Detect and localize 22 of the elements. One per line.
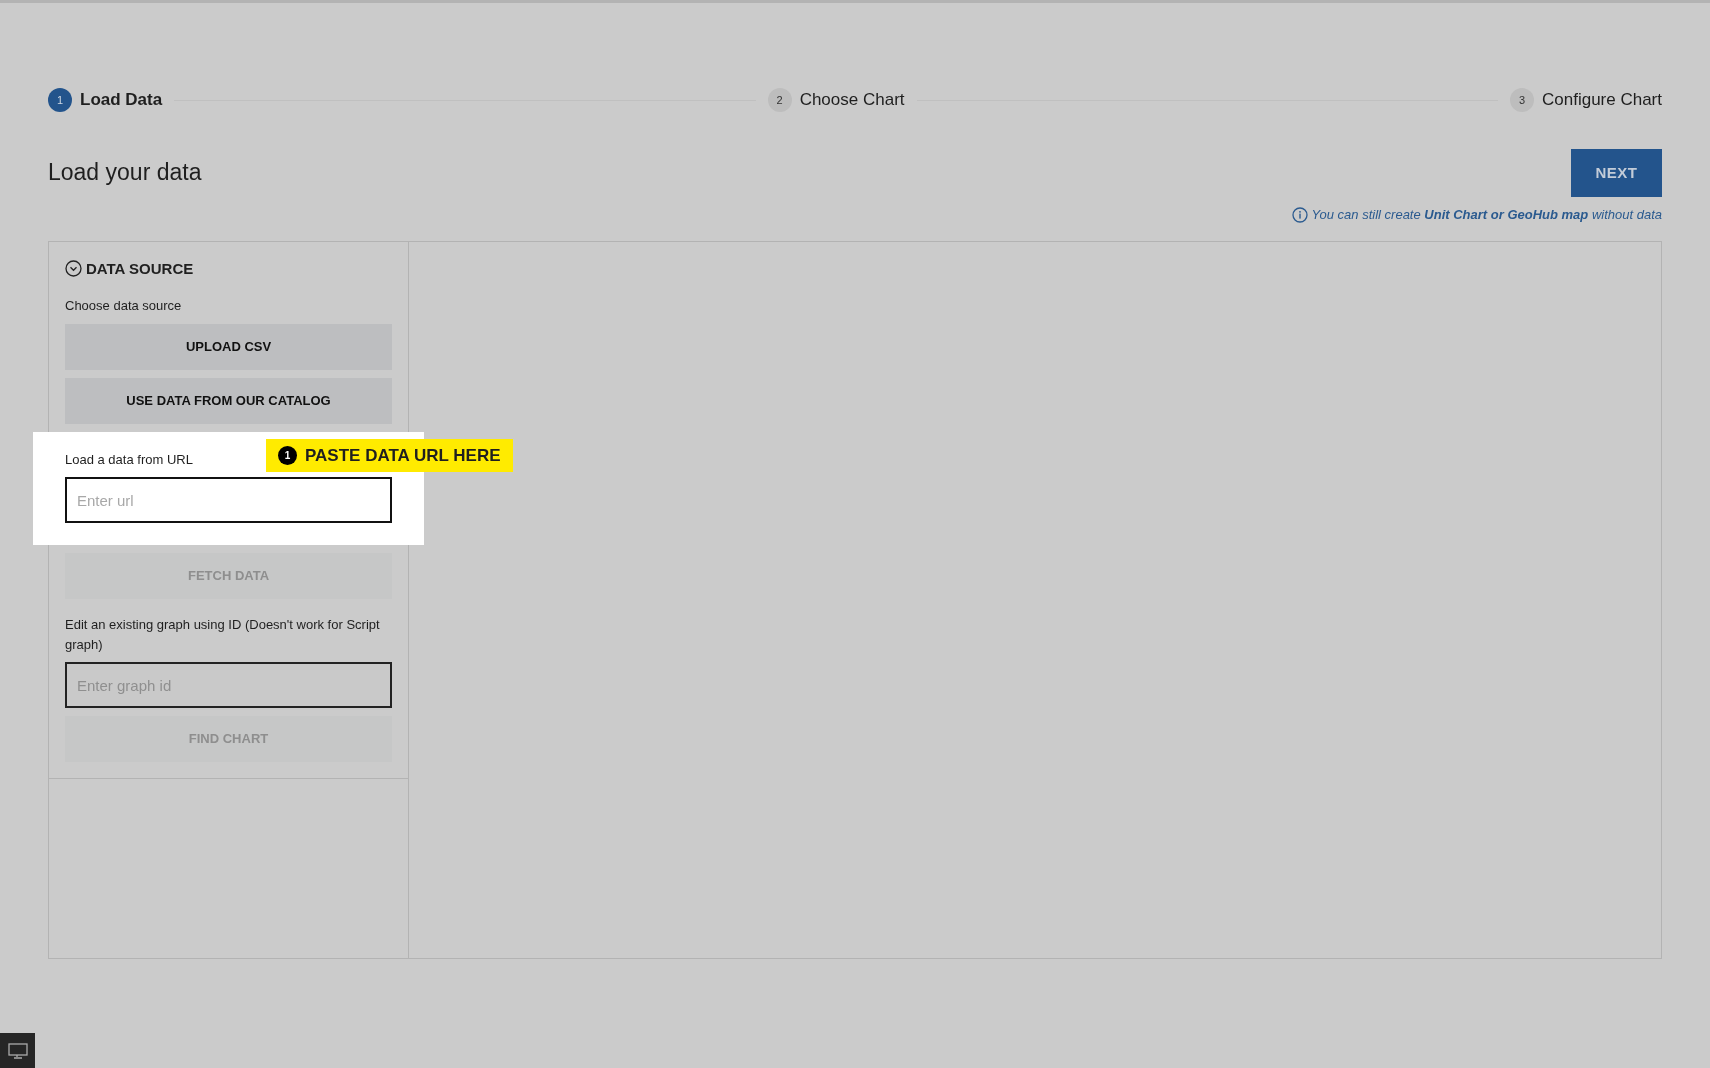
field-label: Load a data from URL [65, 451, 193, 467]
graph-id-input[interactable]: Enter graph id [65, 662, 392, 708]
info-icon [1291, 206, 1308, 223]
next-button[interactable]: NEXT [1571, 149, 1662, 197]
step-number: 3 [1510, 88, 1534, 112]
callout-text: PASTE DATA URL HERE [305, 444, 501, 467]
step-label[interactable]: Choose Chart [799, 87, 905, 113]
chevron-down-icon[interactable] [65, 260, 82, 278]
field-label: Choose data source [65, 297, 183, 315]
monitor-icon[interactable] [7, 1042, 28, 1059]
field-label: Edit an existing graph using ID (Doesn't work for Script graph) [65, 616, 381, 654]
step-number: 2 [767, 88, 792, 112]
step-label[interactable]: Configure Chart [1542, 87, 1662, 113]
page-title: Load your data [48, 159, 202, 187]
step-number: 1 [278, 445, 297, 465]
source-button[interactable]: USE DATA FROM OUR CATALOG [65, 377, 392, 424]
hint-text: You can still create Unit Chart or GeoHub map without data [1311, 206, 1662, 224]
step-label[interactable]: Load Data [80, 87, 163, 113]
section-title: DATA SOURCE [86, 258, 194, 279]
url-input[interactable]: Enter url [65, 477, 392, 523]
step-number: 1 [48, 88, 72, 112]
source-button[interactable]: UPLOAD CSV [65, 323, 392, 370]
